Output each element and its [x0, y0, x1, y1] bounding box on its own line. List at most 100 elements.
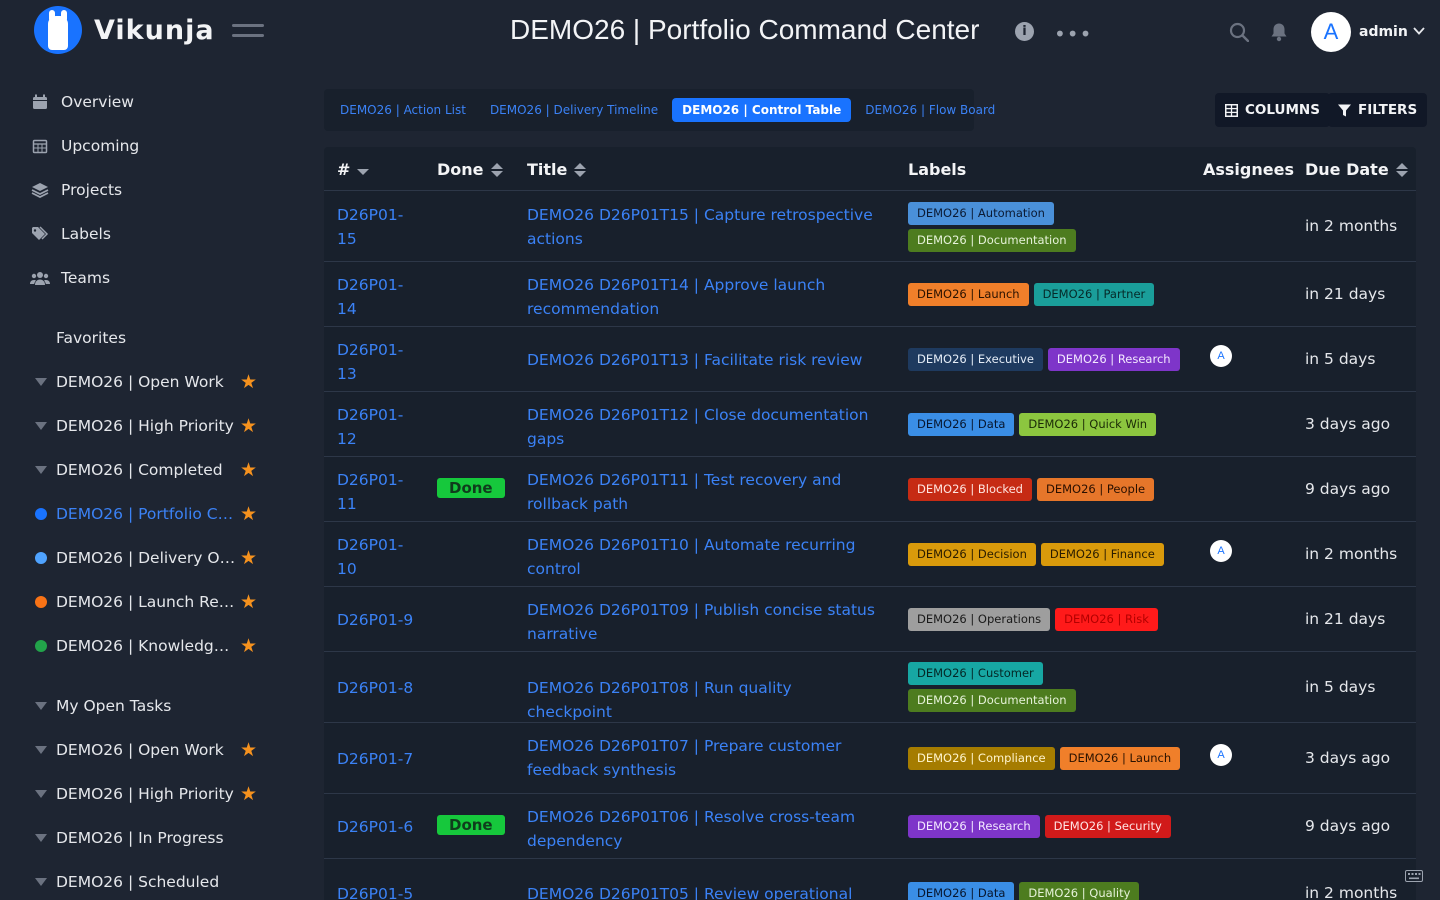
view-switcher: DEMO26 | Action List DEMO26 | Delivery T… — [324, 89, 995, 131]
table-row[interactable]: D26P01-6 Done DEMO26 D26P01T06 | Resolve c… — [324, 794, 1416, 859]
favorite-item[interactable]: DEMO26 | Knowledge Base ★ — [34, 634, 264, 658]
nav-label: Teams — [61, 269, 111, 287]
label-tag: DEMO26 | Risk — [1055, 607, 1158, 631]
task-title-link[interactable]: DEMO26 D26P01T07 | Prepare customer feed… — [527, 734, 877, 782]
task-title-link[interactable]: DEMO26 D26P01T06 | Resolve cross-team de… — [527, 805, 877, 853]
app-logo[interactable]: Vikunja — [34, 6, 215, 54]
view-tab-delivery-timeline[interactable]: DEMO26 | Delivery Timeline — [480, 98, 668, 122]
favorite-item[interactable]: DEMO26 | Launch Readiness ★ — [34, 590, 264, 614]
task-id-link[interactable]: D26P01-13 — [337, 338, 417, 386]
favorite-item[interactable]: DEMO26 | High Priority ★ — [34, 414, 264, 438]
saved-filter-item[interactable]: DEMO26 | Scheduled — [34, 870, 264, 894]
label-tag: DEMO26 | Blocked — [908, 477, 1032, 501]
view-tab-action-list[interactable]: DEMO26 | Action List — [330, 98, 476, 122]
saved-filter-item[interactable]: My Open Tasks — [34, 694, 264, 718]
task-id-link[interactable]: D26P01-12 — [337, 403, 417, 451]
user-avatar[interactable]: A — [1311, 12, 1351, 52]
columns-button[interactable]: COLUMNS — [1215, 93, 1330, 127]
due-date: in 21 days — [1305, 609, 1386, 628]
view-tab-control-table[interactable]: DEMO26 | Control Table — [672, 98, 852, 122]
task-title-link[interactable]: DEMO26 D26P01T12 | Close documentation g… — [527, 403, 877, 451]
nav-labels[interactable]: Labels — [30, 222, 111, 246]
labels-cell: DEMO26 | Compliance DEMO26 | Launch — [908, 746, 1188, 770]
filter-icon — [35, 878, 47, 886]
nav-upcoming[interactable]: Upcoming — [30, 134, 139, 158]
favorite-item[interactable]: DEMO26 | Completed ★ — [34, 458, 264, 482]
label-tag: DEMO26 | Documentation — [908, 228, 1076, 252]
task-title-link[interactable]: DEMO26 D26P01T08 | Run quality checkpoin… — [527, 676, 877, 724]
table-row[interactable]: D26P01-5 DEMO26 D26P01T05 | Review operat… — [324, 859, 1416, 900]
labels-cell: DEMO26 | Data DEMO26 | Quick Win — [908, 412, 1188, 436]
nav-overview[interactable]: Overview — [30, 90, 134, 114]
assignee-avatar[interactable]: A — [1210, 539, 1232, 562]
task-title-link[interactable]: DEMO26 D26P01T15 | Capture retrospective… — [527, 203, 877, 251]
menu-toggle-icon[interactable] — [232, 24, 264, 40]
task-title-link[interactable]: DEMO26 D26P01T09 | Publish concise statu… — [527, 598, 877, 646]
task-title-link[interactable]: DEMO26 D26P01T13 | Facilitate risk revie… — [527, 348, 877, 372]
favorite-item[interactable]: DEMO26 | Delivery Operations ★ — [34, 546, 264, 570]
task-id-link[interactable]: D26P01-5 — [337, 882, 417, 900]
more-options-icon[interactable]: ••• — [1054, 22, 1092, 46]
table-row[interactable]: D26P01-11 Done DEMO26 D26P01T11 | Test rec… — [324, 457, 1416, 522]
table-row[interactable]: D26P01-14 DEMO26 D26P01T14 | Approve laun… — [324, 262, 1416, 327]
star-icon[interactable]: ★ — [240, 635, 257, 657]
table-row[interactable]: D26P01-10 DEMO26 D26P01T10 | Automate rec… — [324, 522, 1416, 587]
nav-teams[interactable]: Teams — [30, 266, 110, 290]
view-tab-flow-board[interactable]: DEMO26 | Flow Board — [855, 98, 1005, 122]
column-header-title[interactable]: Title — [527, 160, 587, 179]
table-row[interactable]: D26P01-13 DEMO26 D26P01T13 | Facilitate r… — [324, 327, 1416, 392]
task-title-link[interactable]: DEMO26 D26P01T10 | Automate recurring co… — [527, 533, 877, 581]
star-icon[interactable]: ★ — [240, 783, 257, 805]
due-date: in 5 days — [1305, 677, 1376, 696]
saved-filter-item[interactable]: DEMO26 | High Priority ★ — [34, 782, 264, 806]
favorite-item[interactable]: DEMO26 | Open Work ★ — [34, 370, 264, 394]
task-id-link[interactable]: D26P01-15 — [337, 203, 417, 251]
table-header: # Done Title Labels Assignees Due Date — [324, 147, 1416, 191]
notifications-bell-icon[interactable] — [1269, 22, 1289, 42]
filter-icon — [35, 422, 47, 430]
task-id-link[interactable]: D26P01-14 — [337, 273, 417, 321]
table-row[interactable]: D26P01-12 DEMO26 D26P01T12 | Close docume… — [324, 392, 1416, 457]
star-icon[interactable]: ★ — [240, 547, 257, 569]
nav-projects[interactable]: Projects — [30, 178, 122, 202]
chevron-down-icon[interactable] — [1412, 24, 1426, 38]
task-id-link[interactable]: D26P01-10 — [337, 533, 417, 581]
info-icon[interactable]: i — [1015, 22, 1034, 41]
task-title-link[interactable]: DEMO26 D26P01T05 | Review operational — [527, 882, 877, 900]
filter-icon — [35, 834, 47, 842]
column-header-id[interactable]: # — [337, 160, 370, 179]
nav-label: Labels — [61, 225, 111, 243]
task-title-link[interactable]: DEMO26 D26P01T11 | Test recovery and rol… — [527, 468, 877, 516]
star-icon[interactable]: ★ — [240, 591, 257, 613]
assignee-avatar[interactable]: A — [1210, 344, 1232, 367]
task-id-link[interactable]: D26P01-6 — [337, 815, 417, 839]
star-icon[interactable]: ★ — [240, 371, 257, 393]
task-id-link[interactable]: D26P01-9 — [337, 608, 417, 632]
app-name: Vikunja — [94, 14, 215, 46]
assignee-avatar[interactable]: A — [1210, 743, 1232, 766]
column-header-done[interactable]: Done — [437, 160, 503, 179]
filters-button[interactable]: FILTERS — [1328, 93, 1428, 127]
saved-filter-item[interactable]: DEMO26 | Open Work ★ — [34, 738, 264, 762]
saved-filter-item[interactable]: DEMO26 | In Progress — [34, 826, 264, 850]
star-icon[interactable]: ★ — [240, 503, 257, 525]
star-icon[interactable]: ★ — [240, 739, 257, 761]
column-header-due-date[interactable]: Due Date — [1305, 160, 1408, 179]
table-row[interactable]: D26P01-9 DEMO26 D26P01T09 | Publish conci… — [324, 587, 1416, 652]
favorite-item-active[interactable]: DEMO26 | Portfolio Command Center ★ — [34, 502, 264, 526]
label-tag: DEMO26 | Operations — [908, 607, 1051, 631]
column-header-labels: Labels — [908, 160, 967, 179]
table-row[interactable]: D26P01-15 DEMO26 D26P01T15 | Capture retr… — [324, 192, 1416, 262]
search-icon[interactable] — [1229, 22, 1249, 42]
task-id-link[interactable]: D26P01-7 — [337, 747, 417, 771]
label-tag: DEMO26 | Security — [1044, 814, 1171, 838]
table-row[interactable]: D26P01-8 DEMO26 D26P01T08 | Run quality c… — [324, 652, 1416, 723]
table-row[interactable]: D26P01-7 DEMO26 D26P01T07 | Prepare custo… — [324, 723, 1416, 794]
task-title-link[interactable]: DEMO26 D26P01T14 | Approve launch recomm… — [527, 273, 877, 321]
star-icon[interactable]: ★ — [240, 459, 257, 481]
task-id-link[interactable]: D26P01-8 — [337, 676, 417, 700]
task-id-link[interactable]: D26P01-11 — [337, 468, 417, 516]
keyboard-icon[interactable] — [1405, 870, 1423, 882]
user-name[interactable]: admin — [1359, 24, 1408, 40]
star-icon[interactable]: ★ — [240, 415, 257, 437]
